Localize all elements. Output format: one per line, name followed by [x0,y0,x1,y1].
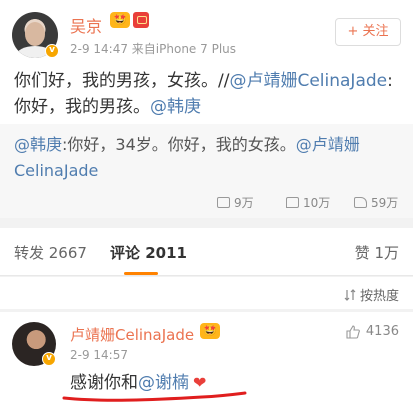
post-username[interactable]: 吴京 [70,13,102,37]
mention-link[interactable]: @卢靖姗CelinaJade [229,71,387,91]
comment-item: v 卢靖姗CelinaJade 🤩 2-9 14:57 4136 感谢你和@谢楠… [0,312,413,410]
repost-text-part: :你好，34岁。你好，我的女孩。 [62,135,296,154]
sort-icon [344,288,356,301]
sort-label: 按热度 [359,289,399,304]
verified-badge-icon: v [42,352,56,366]
comment-count-value: 10万 [303,196,331,210]
weibo-post: v 吴京 🤩 2-9 14:47 来自iPhone 7 Plus + 关注 你们… [0,0,413,218]
comment-like-button[interactable]: 4136 [346,324,399,339]
comment-like-count: 4136 [365,324,399,339]
verified-badge-icon: v [45,44,59,58]
sort-bar: 按热度 [0,277,413,309]
follow-button[interactable]: + 关注 [335,18,401,46]
like-icon [354,197,367,208]
repost-text: @韩庚:你好，34岁。你好，我的女孩。@卢靖姗CelinaJade [14,132,404,184]
commenter-username[interactable]: 卢靖姗CelinaJade [70,324,194,345]
repost-block[interactable]: @韩庚:你好，34岁。你好，我的女孩。@卢靖姗CelinaJade 9万 10万… [0,124,413,218]
comment-count[interactable]: 10万 [286,194,330,211]
comment-time: 2-9 14:57 [70,348,128,362]
avatar-face [25,22,45,46]
sort-button[interactable]: 按热度 [344,285,399,304]
mention-link[interactable]: @韩庚 [14,135,62,154]
like-count[interactable]: 59万 [354,194,398,211]
post-text-part: 你们好，我的男孩，女孩。// [14,71,230,91]
post-text: 你们好，我的男孩，女孩。//@卢靖姗CelinaJade:你好，我的男孩。@韩庚 [14,68,404,120]
tab-likes[interactable]: 赞 1万 [355,242,399,263]
red-underline-annotation [62,391,247,402]
active-tab-indicator [124,272,158,275]
repost-count[interactable]: 9万 [217,194,254,211]
comment-icon [286,197,299,208]
member-badge-icon: 🤩 [110,12,130,28]
red-packet-badge-icon [133,12,149,28]
member-badge-icon: 🤩 [200,323,220,339]
thumbs-up-icon [346,324,360,339]
mention-link[interactable]: @韩庚 [150,97,201,117]
tab-bar: 转发 2667 评论 2011 赞 1万 [0,228,413,276]
share-icon [217,197,230,208]
like-count-value: 59万 [371,196,399,210]
tab-comments[interactable]: 评论 2011 [110,242,187,263]
post-meta: 2-9 14:47 来自iPhone 7 Plus [70,42,237,56]
repost-count-value: 9万 [234,196,254,210]
tab-reposts[interactable]: 转发 2667 [14,242,87,263]
